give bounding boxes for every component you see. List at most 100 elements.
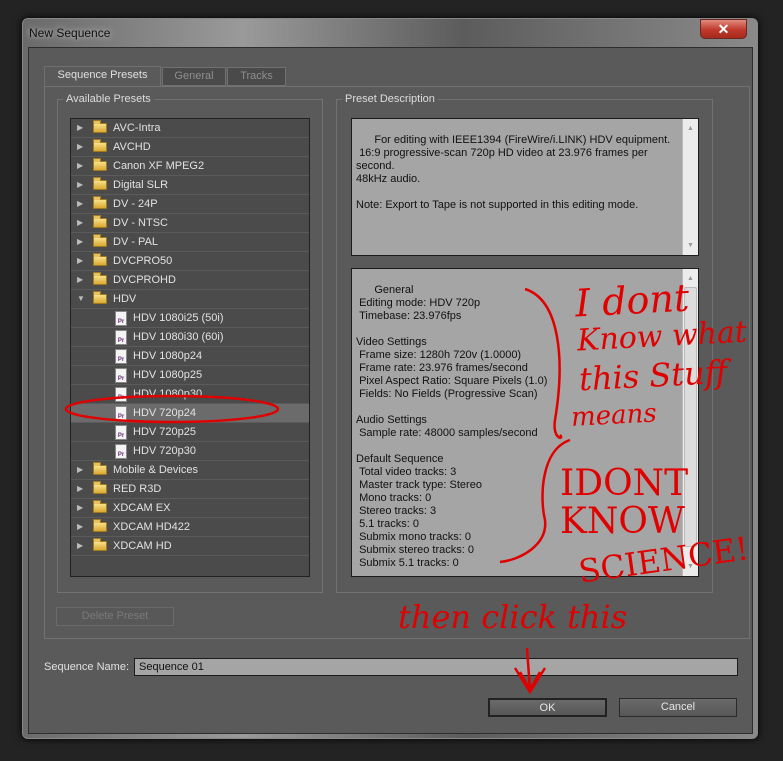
handwritten-note: IDONT KNOW SCIENCE! xyxy=(560,465,751,591)
collapsed-arrow-icon[interactable]: ▶ xyxy=(77,252,83,270)
window-title: New Sequence xyxy=(29,26,111,40)
preset-item[interactable]: Pr HDV 1080i30 (60i) xyxy=(71,328,309,347)
tab-general[interactable]: General xyxy=(162,67,226,86)
premiere-preset-icon: Pr xyxy=(115,444,127,459)
ok-button[interactable]: OK xyxy=(488,698,607,717)
expanded-arrow-icon[interactable]: ▼ xyxy=(77,290,85,308)
premiere-preset-icon: Pr xyxy=(115,425,127,440)
collapsed-arrow-icon[interactable]: ▶ xyxy=(77,537,83,555)
preset-item[interactable]: ▶ AVCHD xyxy=(71,138,309,157)
preset-item-label: Canon XF MPEG2 xyxy=(113,160,205,172)
preset-item[interactable]: Pr HDV 720p24 xyxy=(71,404,309,423)
preset-item[interactable]: ▶ Mobile & Devices xyxy=(71,461,309,480)
preset-item-label: HDV 720p24 xyxy=(133,407,196,419)
folder-icon xyxy=(93,500,107,513)
folder-icon xyxy=(93,196,107,209)
preset-item[interactable]: ▶ DVCPRO50 xyxy=(71,252,309,271)
preset-item[interactable]: ▶ XDCAM HD xyxy=(71,537,309,556)
collapsed-arrow-icon[interactable]: ▶ xyxy=(77,518,83,536)
collapsed-arrow-icon[interactable]: ▶ xyxy=(77,214,83,232)
folder-icon xyxy=(93,462,107,475)
preset-item-label: XDCAM HD422 xyxy=(113,521,191,533)
preset-item[interactable]: ▶ DV - 24P xyxy=(71,195,309,214)
preset-item[interactable]: Pr HDV 1080p24 xyxy=(71,347,309,366)
preset-item-label: XDCAM EX xyxy=(113,502,171,514)
scroll-down-icon[interactable]: ▼ xyxy=(683,239,698,252)
preset-item[interactable]: Pr HDV 720p30 xyxy=(71,442,309,461)
preset-item-label: HDV 720p25 xyxy=(133,426,196,438)
folder-icon xyxy=(93,481,107,494)
sequence-name-label: Sequence Name: xyxy=(44,661,129,673)
preset-item-label: AVCHD xyxy=(113,141,151,153)
scroll-up-icon[interactable]: ▲ xyxy=(683,122,698,135)
folder-icon xyxy=(93,272,107,285)
preset-item-label: Digital SLR xyxy=(113,179,169,191)
folder-icon xyxy=(93,234,107,247)
premiere-preset-icon: Pr xyxy=(115,330,127,345)
collapsed-arrow-icon[interactable]: ▶ xyxy=(77,480,83,498)
preset-item[interactable]: ▶ XDCAM EX xyxy=(71,499,309,518)
preset-item[interactable]: Pr HDV 1080p30 xyxy=(71,385,309,404)
collapsed-arrow-icon[interactable]: ▶ xyxy=(77,157,83,175)
preset-item-label: DVCPRO50 xyxy=(113,255,173,267)
preset-item[interactable]: ▶ Canon XF MPEG2 xyxy=(71,157,309,176)
presets-tree[interactable]: ▶ AVC-Intra ▶ AVCHD ▶ Canon XF MPEG2 ▶ Digital … xyxy=(70,118,310,577)
preset-description-label: Preset Description xyxy=(342,93,438,105)
preset-item[interactable]: Pr HDV 720p25 xyxy=(71,423,309,442)
delete-preset-button[interactable]: Delete Preset xyxy=(56,607,174,626)
premiere-preset-icon: Pr xyxy=(115,406,127,421)
preset-item-label: HDV xyxy=(113,293,137,305)
handwritten-note-click: then click this xyxy=(398,598,628,636)
preset-item[interactable]: ▶ DVCPROHD xyxy=(71,271,309,290)
close-icon: ✕ xyxy=(717,21,730,37)
tab-tracks[interactable]: Tracks xyxy=(227,67,286,86)
collapsed-arrow-icon[interactable]: ▶ xyxy=(77,461,83,479)
details-text: General Editing mode: HDV 720p Timebase:… xyxy=(356,284,548,569)
preset-item-label: DVCPROHD xyxy=(113,274,176,286)
folder-icon xyxy=(93,291,107,304)
tab-sequence-presets[interactable]: Sequence Presets xyxy=(44,66,161,86)
premiere-preset-icon: Pr xyxy=(115,368,127,383)
preset-item-label: HDV 1080p24 xyxy=(133,350,203,362)
preset-item[interactable]: Pr HDV 1080i25 (50i) xyxy=(71,309,309,328)
preset-item-label: HDV 1080i25 (50i) xyxy=(133,312,224,324)
folder-icon xyxy=(93,215,107,228)
folder-icon xyxy=(93,120,107,133)
premiere-preset-icon: Pr xyxy=(115,311,127,326)
preset-item[interactable]: ▶ XDCAM HD422 xyxy=(71,518,309,537)
folder-icon xyxy=(93,139,107,152)
folder-icon xyxy=(93,538,107,551)
folder-icon xyxy=(93,177,107,190)
collapsed-arrow-icon[interactable]: ▶ xyxy=(77,195,83,213)
collapsed-arrow-icon[interactable]: ▶ xyxy=(77,176,83,194)
preset-item-label: AVC-Intra xyxy=(113,122,161,134)
description-text: For editing with IEEE1394 (FireWire/i.LI… xyxy=(356,134,671,211)
handwritten-note: I dont Know what this Stuff means xyxy=(570,276,752,437)
collapsed-arrow-icon[interactable]: ▶ xyxy=(77,233,83,251)
collapsed-arrow-icon[interactable]: ▶ xyxy=(77,138,83,156)
preset-item[interactable]: ▼ HDV xyxy=(71,290,309,309)
premiere-preset-icon: Pr xyxy=(115,349,127,364)
preset-item-label: Mobile & Devices xyxy=(113,464,198,476)
sequence-name-input[interactable]: Sequence 01 xyxy=(134,658,738,676)
collapsed-arrow-icon[interactable]: ▶ xyxy=(77,499,83,517)
preset-item-label: HDV 1080i30 (60i) xyxy=(133,331,224,343)
preset-item[interactable]: ▶ DV - NTSC xyxy=(71,214,309,233)
preset-item[interactable]: Pr HDV 1080p25 xyxy=(71,366,309,385)
preset-item[interactable]: ▶ AVC-Intra xyxy=(71,119,309,138)
folder-icon xyxy=(93,253,107,266)
preset-item-label: HDV 1080p30 xyxy=(133,388,203,400)
preset-item[interactable]: ▶ RED R3D xyxy=(71,480,309,499)
preset-item-label: DV - PAL xyxy=(113,236,159,248)
cancel-button[interactable]: Cancel xyxy=(619,698,737,717)
preset-item-label: HDV 720p30 xyxy=(133,445,196,457)
preset-item-label: XDCAM HD xyxy=(113,540,172,552)
preset-item[interactable]: ▶ Digital SLR xyxy=(71,176,309,195)
description-scrollbar[interactable]: ▲ ▼ xyxy=(682,119,698,255)
collapsed-arrow-icon[interactable]: ▶ xyxy=(77,119,83,137)
collapsed-arrow-icon[interactable]: ▶ xyxy=(77,271,83,289)
folder-icon xyxy=(93,158,107,171)
close-button[interactable]: ✕ xyxy=(700,19,747,39)
preset-item[interactable]: ▶ DV - PAL xyxy=(71,233,309,252)
premiere-preset-icon: Pr xyxy=(115,387,127,402)
